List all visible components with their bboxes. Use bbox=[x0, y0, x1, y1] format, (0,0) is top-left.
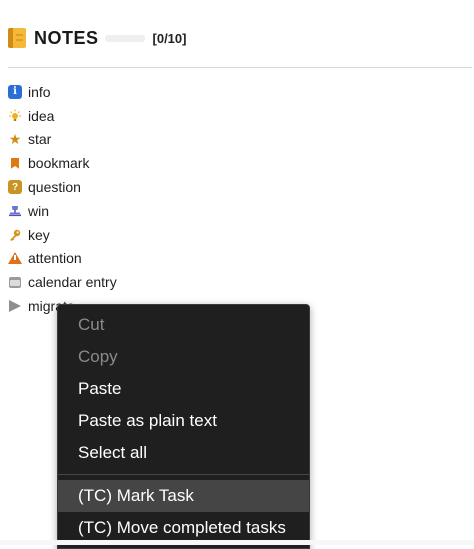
list-item-calendar-entry[interactable]: calendar entry bbox=[8, 270, 117, 294]
list-item-label: star bbox=[28, 131, 52, 148]
page-title: NOTES bbox=[34, 27, 99, 48]
list-item-star[interactable]: ★ star bbox=[8, 128, 117, 152]
list-item-label: bookmark bbox=[28, 155, 90, 172]
header-divider bbox=[8, 67, 472, 68]
list-item-label: calendar entry bbox=[28, 274, 117, 291]
notes-header: NOTES [0/10] bbox=[8, 26, 186, 50]
list-item-label: win bbox=[28, 202, 50, 219]
bottom-edge bbox=[0, 540, 474, 545]
list-item-idea[interactable]: idea bbox=[8, 104, 117, 128]
list-item-label: attention bbox=[28, 250, 82, 267]
menu-item-select-all[interactable]: Select all bbox=[58, 437, 309, 469]
list-item-label: key bbox=[28, 226, 50, 243]
progress-bar bbox=[104, 34, 145, 42]
notes-list: i info idea ★ star bookmark ? question w… bbox=[8, 80, 117, 318]
menu-item-paste-plain-text[interactable]: Paste as plain text bbox=[58, 405, 309, 437]
warning-icon bbox=[8, 251, 22, 265]
star-icon: ★ bbox=[8, 131, 22, 148]
list-item-key[interactable]: key bbox=[8, 223, 117, 247]
list-item-label: idea bbox=[28, 107, 55, 124]
list-item-win[interactable]: win bbox=[8, 199, 117, 223]
task-count: [0/10] bbox=[152, 30, 187, 46]
list-item-label: question bbox=[28, 179, 81, 196]
context-menu: Cut Copy Paste Paste as plain text Selec… bbox=[57, 304, 310, 549]
menu-item-mark-task[interactable]: (TC) Mark Task bbox=[58, 480, 309, 512]
menu-item-copy[interactable]: Copy bbox=[58, 341, 309, 373]
menu-separator bbox=[58, 474, 309, 475]
info-icon: i bbox=[8, 84, 22, 99]
calendar-icon bbox=[8, 275, 22, 289]
list-item-bookmark[interactable]: bookmark bbox=[8, 151, 117, 175]
list-item-question[interactable]: ? question bbox=[8, 175, 117, 199]
menu-item-cut[interactable]: Cut bbox=[58, 309, 309, 341]
menu-item-paste[interactable]: Paste bbox=[58, 373, 309, 405]
list-item-attention[interactable]: attention bbox=[8, 247, 117, 271]
arrow-right-icon bbox=[8, 299, 22, 313]
list-item-label: info bbox=[28, 83, 51, 100]
list-item-info[interactable]: i info bbox=[8, 80, 117, 104]
notebook-icon bbox=[8, 28, 26, 48]
bookmark-icon bbox=[8, 156, 22, 170]
lightbulb-icon bbox=[8, 109, 22, 123]
question-icon: ? bbox=[8, 180, 22, 195]
key-icon bbox=[8, 228, 22, 242]
trophy-icon bbox=[8, 204, 22, 218]
